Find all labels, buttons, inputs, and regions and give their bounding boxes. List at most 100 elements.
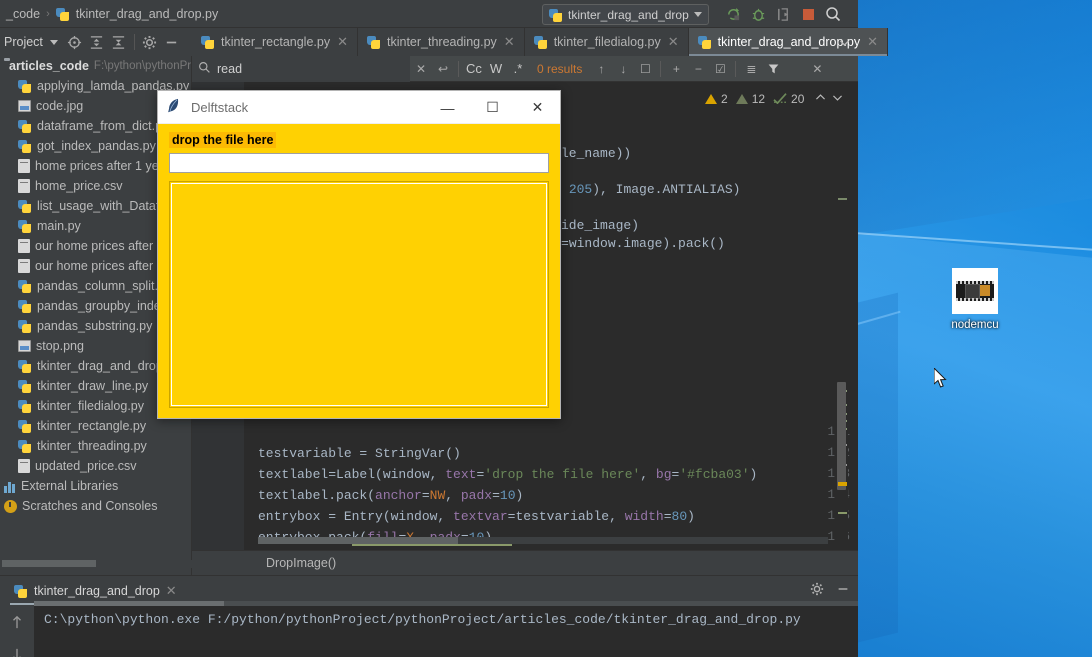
tkinter-app-window[interactable]: Delftstack — ☐ ✕ drop the file here: [157, 90, 561, 419]
image-drop-canvas[interactable]: [169, 181, 549, 408]
editor-tab-2[interactable]: tkinter_filedialog.py ✕: [525, 28, 689, 56]
editor-hscroll-thumb[interactable]: [258, 537, 458, 544]
text-file-icon: [18, 179, 30, 193]
toggle-select-icon[interactable]: ☑: [709, 58, 731, 80]
chevron-down-icon[interactable]: [830, 28, 858, 56]
editor-tab-3[interactable]: tkinter_drag_and_drop.py ✕: [689, 28, 888, 56]
clear-search-icon[interactable]: ✕: [410, 58, 432, 80]
tkinter-window-buttons: — ☐ ✕: [425, 91, 560, 124]
stop-icon[interactable]: [797, 3, 819, 25]
settings-gear-icon[interactable]: [139, 31, 161, 53]
add-line-icon[interactable]: +: [665, 58, 687, 80]
tkinter-titlebar[interactable]: Delftstack — ☐ ✕: [158, 91, 560, 124]
scroll-up-icon[interactable]: [10, 614, 24, 633]
tkinter-maximize-button[interactable]: ☐: [470, 91, 515, 124]
warning-count: 12: [752, 92, 765, 106]
editor-breadcrumb[interactable]: DropImage(): [192, 550, 858, 575]
hide-icon[interactable]: [161, 31, 183, 53]
tree-file-label: tkinter_rectangle.py: [37, 419, 146, 433]
close-tab-icon[interactable]: ✕: [867, 34, 878, 50]
locate-icon[interactable]: [64, 31, 86, 53]
select-all-occurrences-icon[interactable]: ☐: [634, 58, 656, 80]
tree-row-file[interactable]: updated_price.csv: [0, 456, 191, 476]
close-icon[interactable]: ✕: [166, 583, 177, 599]
python-file-icon: [18, 439, 32, 453]
code-line: testvariable = StringVar(): [258, 446, 461, 461]
project-tool-button[interactable]: Project: [0, 35, 64, 49]
tkinter-minimize-button[interactable]: —: [425, 91, 470, 124]
regex-toggle[interactable]: .*: [507, 58, 529, 80]
editor-tab-0[interactable]: tkinter_rectangle.py ✕: [192, 28, 358, 56]
next-occurrence-icon[interactable]: ↓: [612, 58, 634, 80]
tree-row-file[interactable]: tkinter_rectangle.py: [0, 416, 191, 436]
close-tab-icon[interactable]: ✕: [504, 34, 515, 50]
python-file-icon: [18, 319, 32, 333]
tree-scratches-label: Scratches and Consoles: [22, 499, 158, 513]
tree-row-root[interactable]: articles_code F:\python\pythonPr: [0, 56, 191, 76]
nodemcu-shortcut-icon: [952, 268, 998, 314]
remove-line-icon[interactable]: −: [687, 58, 709, 80]
editor-marker-warning[interactable]: [838, 482, 847, 486]
file-path-entry[interactable]: [169, 153, 549, 173]
debug-icon[interactable]: [747, 3, 769, 25]
search-input[interactable]: read: [192, 56, 410, 82]
close-tab-icon[interactable]: ✕: [668, 34, 679, 50]
editor-marker[interactable]: [838, 198, 847, 200]
tree-row-file[interactable]: tkinter_threading.py: [0, 436, 191, 456]
console-line: C:\python\python.exe F:/python/pythonPro…: [44, 612, 858, 627]
python-file-icon: [18, 139, 32, 153]
search-history-icon[interactable]: ↩: [432, 58, 454, 80]
match-case-toggle[interactable]: Cc: [463, 58, 485, 80]
scroll-down-icon[interactable]: [10, 647, 24, 657]
text-file-icon: [18, 459, 30, 473]
collapse-all-icon[interactable]: [108, 31, 130, 53]
editor-tab-1[interactable]: tkinter_threading.py ✕: [358, 28, 525, 56]
tree-row-external-libraries[interactable]: External Libraries: [0, 476, 191, 496]
clock-icon: [4, 500, 17, 513]
findbar-divider: [458, 61, 459, 77]
rerun-icon[interactable]: [722, 3, 744, 25]
python-file-icon: [18, 379, 32, 393]
search-results-count: 0 results: [537, 62, 582, 76]
filter-lines-icon[interactable]: ≣: [740, 58, 762, 80]
tree-row-scratches[interactable]: Scratches and Consoles: [0, 496, 191, 516]
run-console-side-actions: [0, 606, 34, 657]
search-everywhere-icon[interactable]: [822, 3, 844, 25]
error-icon: [705, 94, 717, 104]
editor-vscroll-thumb[interactable]: [837, 382, 846, 490]
run-console-output[interactable]: C:\python\python.exe F:/python/pythonPro…: [34, 606, 858, 657]
findbar-divider-3: [735, 61, 736, 77]
close-tab-icon[interactable]: ✕: [337, 34, 348, 50]
tkinter-close-button[interactable]: ✕: [515, 91, 560, 124]
desktop-shortcut-nodemcu[interactable]: nodemcu: [933, 268, 1017, 332]
run-with-coverage-icon[interactable]: [772, 3, 794, 25]
project-tree-hscroll-thumb[interactable]: [2, 560, 96, 567]
breadcrumb-file[interactable]: tkinter_drag_and_drop.py: [76, 7, 218, 21]
python-file-icon: [549, 8, 563, 22]
chevron-down-icon[interactable]: [831, 91, 844, 107]
library-icon: [4, 480, 16, 493]
run-tab[interactable]: tkinter_drag_and_drop ✕: [14, 580, 177, 602]
gear-icon[interactable]: [810, 582, 824, 599]
close-find-icon[interactable]: ✕: [806, 58, 828, 80]
expand-all-icon[interactable]: [86, 31, 108, 53]
run-tool-actions: [810, 582, 850, 599]
prev-occurrence-icon[interactable]: ↑: [590, 58, 612, 80]
inspections-widget[interactable]: 2 12 20: [705, 88, 844, 110]
python-file-icon: [18, 199, 32, 213]
chevron-down-icon: [50, 40, 58, 45]
whole-words-toggle[interactable]: W: [485, 58, 507, 80]
filter-icon[interactable]: [762, 58, 784, 80]
editor-marker[interactable]: [838, 512, 847, 514]
minimize-icon[interactable]: [836, 582, 850, 599]
text-file-icon: [18, 159, 30, 173]
breadcrumb-project[interactable]: _code: [6, 7, 40, 21]
image-file-icon: [18, 340, 31, 352]
editor-tabs: tkinter_rectangle.py ✕ tkinter_threading…: [192, 28, 888, 56]
run-configuration-selector[interactable]: tkinter_drag_and_drop: [542, 4, 709, 25]
python-file-icon: [18, 219, 32, 233]
image-file-icon: [18, 100, 31, 112]
code-line: textlabel=Label(window, text='drop the f…: [258, 467, 757, 482]
chevron-up-icon[interactable]: [814, 91, 827, 107]
wallpaper-facet-3: [858, 293, 898, 657]
